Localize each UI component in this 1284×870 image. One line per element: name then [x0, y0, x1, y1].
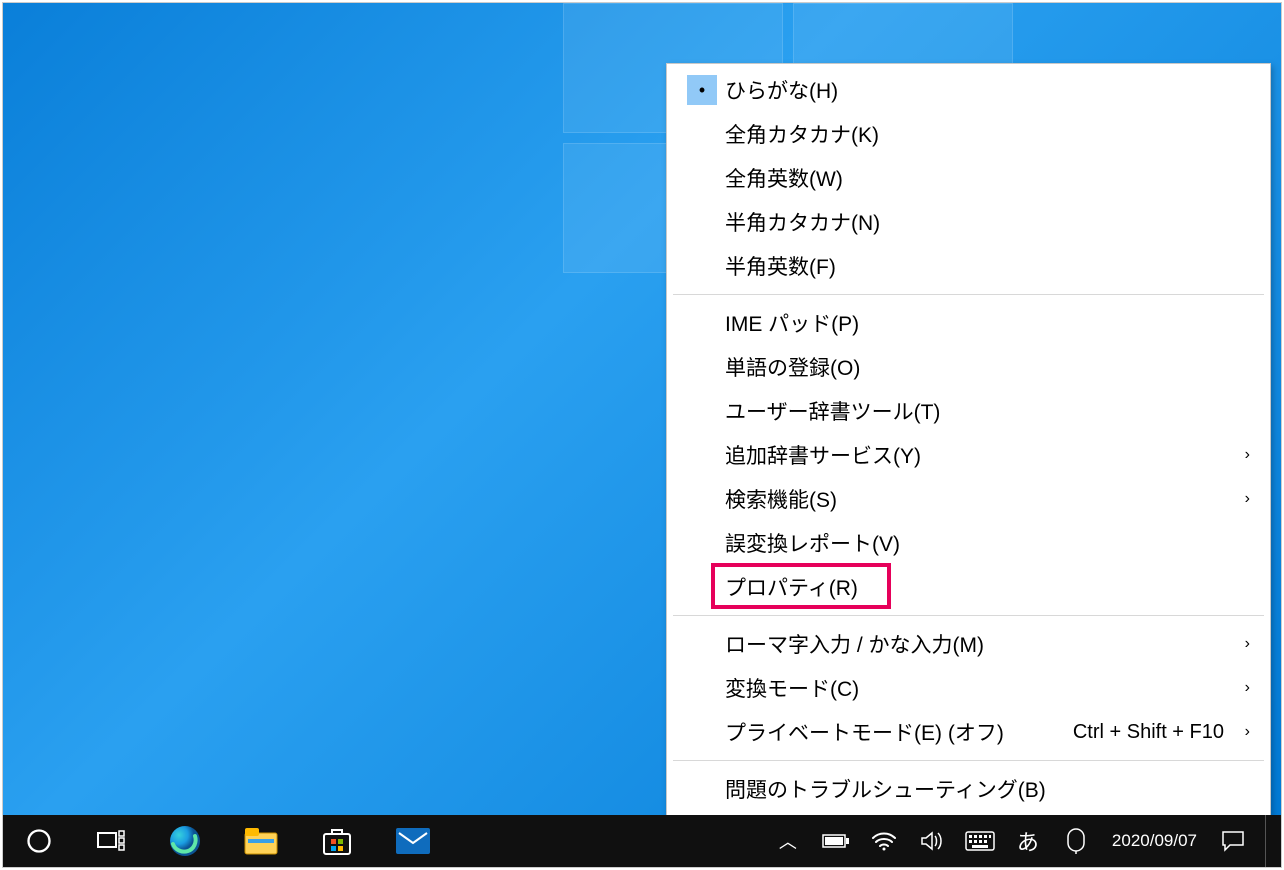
wifi-icon[interactable] — [862, 815, 906, 867]
chevron-right-icon: › — [1232, 723, 1250, 741]
menu-item-misconversion-report[interactable]: 誤変換レポート(V) — [669, 521, 1268, 565]
menu-label: 追加辞書サービス(Y) — [725, 440, 1232, 470]
microsoft-store-icon[interactable] — [299, 815, 375, 867]
menu-label: 全角英数(W) — [725, 163, 1250, 193]
menu-item-private-mode[interactable]: プライベートモード(E) (オフ) Ctrl + Shift + F10 › — [669, 710, 1268, 754]
ime-context-menu: • ひらがな(H) 全角カタカナ(K) 全角英数(W) 半角カタカナ(N) 半角… — [666, 63, 1271, 816]
menu-item-word-registration[interactable]: 単語の登録(O) — [669, 345, 1268, 389]
chevron-right-icon: › — [1232, 446, 1250, 464]
taskbar-date[interactable]: 2020/09/07 — [1102, 831, 1207, 851]
menu-separator — [673, 760, 1264, 761]
menu-label: 問題のトラブルシューティング(B) — [725, 774, 1250, 804]
show-desktop-button[interactable] — [1265, 815, 1273, 867]
menu-item-user-dictionary-tool[interactable]: ユーザー辞書ツール(T) — [669, 389, 1268, 433]
menu-label: プロパティ(R) — [725, 572, 1250, 602]
tray-chevron-up-icon[interactable]: ︿ — [766, 815, 810, 867]
menu-item-troubleshooting[interactable]: 問題のトラブルシューティング(B) — [669, 767, 1268, 811]
file-explorer-icon[interactable] — [223, 815, 299, 867]
menu-label: 誤変換レポート(V) — [725, 528, 1250, 558]
menu-hotkey: Ctrl + Shift + F10 — [1073, 721, 1224, 744]
menu-label: ひらがな(H) — [725, 75, 1250, 105]
menu-label: ユーザー辞書ツール(T) — [725, 396, 1250, 426]
menu-label: プライベートモード(E) (オフ) — [725, 717, 1073, 747]
menu-item-halfwidth-katakana[interactable]: 半角カタカナ(N) — [669, 200, 1268, 244]
ime-tool-icon[interactable] — [1054, 815, 1098, 867]
menu-item-ime-pad[interactable]: IME パッド(P) — [669, 301, 1268, 345]
menu-label: 半角カタカナ(N) — [725, 207, 1250, 237]
touch-keyboard-icon[interactable] — [958, 815, 1002, 867]
task-view-icon[interactable] — [75, 815, 147, 867]
menu-separator — [673, 615, 1264, 616]
menu-label: ローマ字入力 / かな入力(M) — [725, 629, 1232, 659]
menu-label: 全角カタカナ(K) — [725, 119, 1250, 149]
action-center-icon[interactable] — [1211, 815, 1255, 867]
menu-item-search-function[interactable]: 検索機能(S) › — [669, 477, 1268, 521]
menu-label: 単語の登録(O) — [725, 352, 1250, 382]
menu-item-conversion-mode[interactable]: 変換モード(C) › — [669, 666, 1268, 710]
chevron-right-icon: › — [1232, 679, 1250, 697]
menu-label: 半角英数(F) — [725, 251, 1250, 281]
menu-item-additional-dictionary-service[interactable]: 追加辞書サービス(Y) › — [669, 433, 1268, 477]
battery-icon[interactable] — [814, 815, 858, 867]
chevron-right-icon: › — [1232, 490, 1250, 508]
menu-item-fullwidth-katakana[interactable]: 全角カタカナ(K) — [669, 112, 1268, 156]
menu-item-hiragana[interactable]: • ひらがな(H) — [669, 68, 1268, 112]
desktop: • ひらがな(H) 全角カタカナ(K) 全角英数(W) 半角カタカナ(N) 半角… — [2, 2, 1282, 868]
menu-separator — [673, 294, 1264, 295]
mail-icon[interactable] — [375, 815, 451, 867]
menu-item-fullwidth-alphanumeric[interactable]: 全角英数(W) — [669, 156, 1268, 200]
menu-label: IME パッド(P) — [725, 308, 1250, 338]
ime-mode-indicator[interactable]: あ — [1006, 815, 1050, 867]
menu-item-properties[interactable]: プロパティ(R) — [669, 565, 1268, 609]
volume-icon[interactable] — [910, 815, 954, 867]
menu-item-romaji-kana-input[interactable]: ローマ字入力 / かな入力(M) › — [669, 622, 1268, 666]
edge-browser-icon[interactable] — [147, 815, 223, 867]
cortana-search-icon[interactable] — [3, 815, 75, 867]
bullet-icon: • — [687, 75, 717, 105]
menu-label: 検索機能(S) — [725, 484, 1232, 514]
menu-item-halfwidth-alphanumeric[interactable]: 半角英数(F) — [669, 244, 1268, 288]
taskbar: ︿ あ 2020/09/07 — [3, 815, 1281, 867]
chevron-right-icon: › — [1232, 635, 1250, 653]
menu-label: 変換モード(C) — [725, 673, 1232, 703]
